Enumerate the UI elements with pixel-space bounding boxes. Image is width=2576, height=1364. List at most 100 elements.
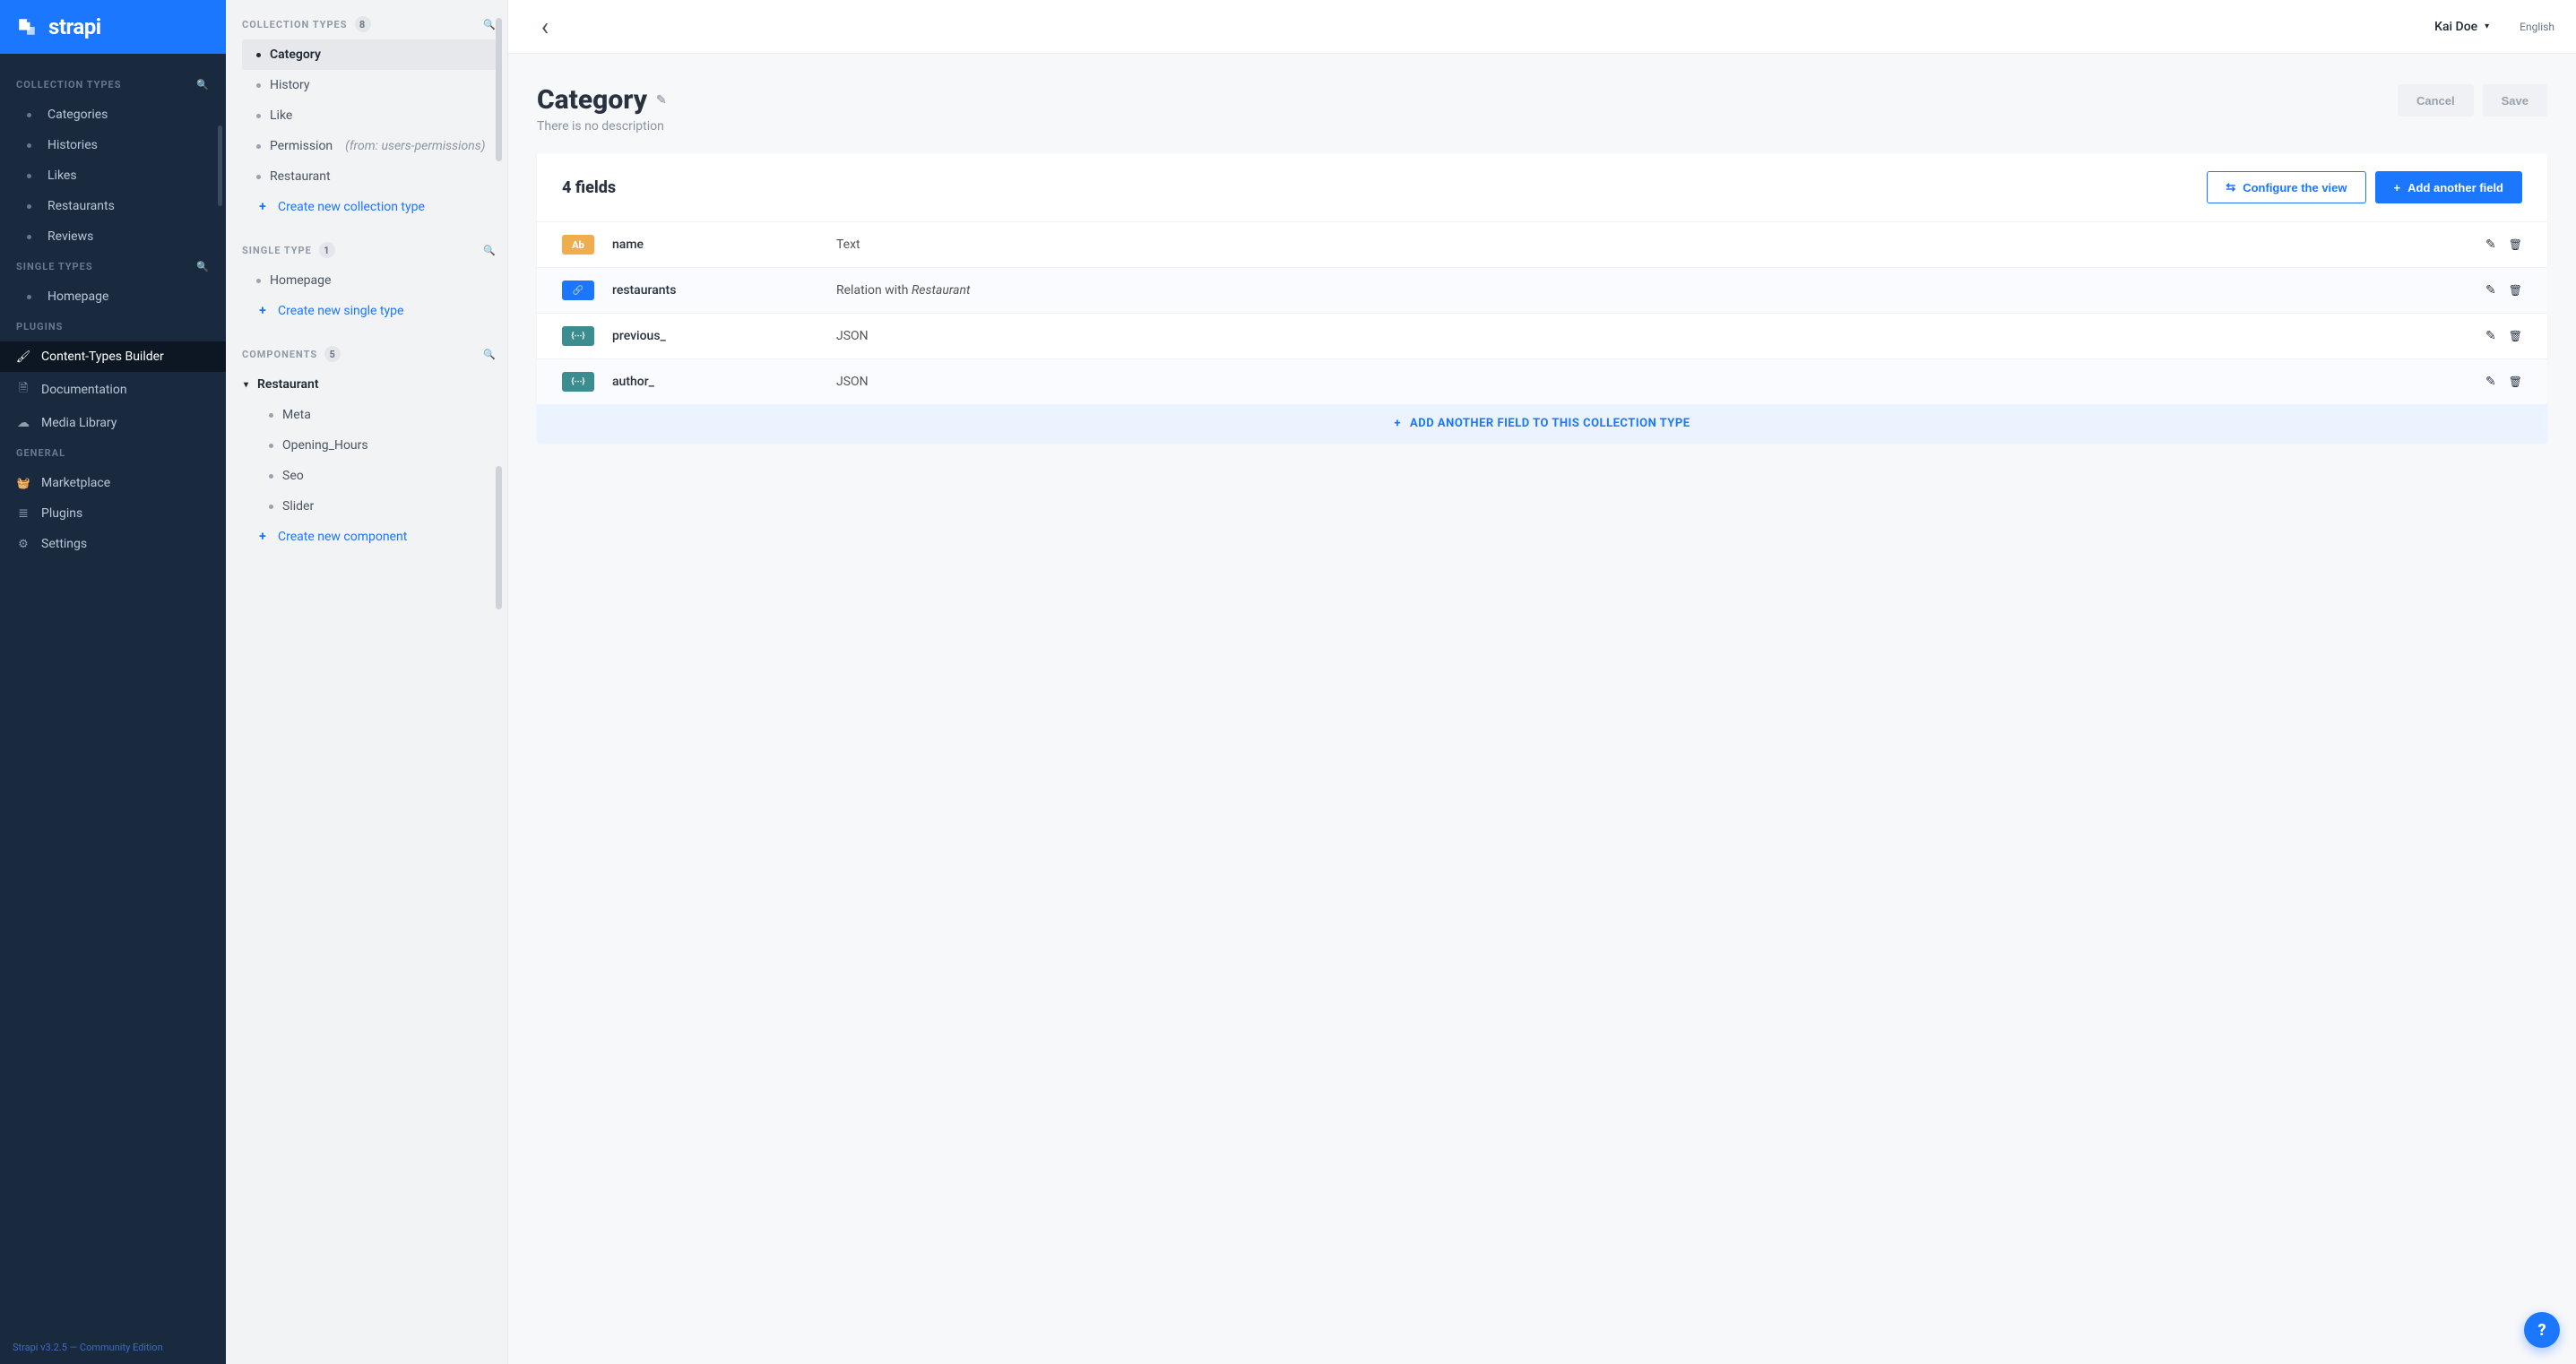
field-type: JSON [836,375,2485,389]
sidebar-item-media-library[interactable]: Media Library [0,408,226,438]
sidebar-item-settings[interactable]: Settings [0,529,226,559]
field-row: author_ JSON [537,358,2547,404]
pm-item-meta[interactable]: Meta [242,400,497,430]
midpanel-scrollbar[interactable] [496,18,502,161]
pm-item-history[interactable]: History [242,70,497,100]
pm-item-opening-hours[interactable]: Opening_Hours [242,430,497,461]
sl-section-single-types: SINGLE TYPES [0,252,226,281]
field-row: previous_ JSON [537,313,2547,358]
field-name: author_ [612,375,836,389]
create-collection-type-link[interactable]: Create new collection type [242,192,497,222]
field-row: restaurants Relation with Restaurant [537,267,2547,313]
pm-item-seo[interactable]: Seo [242,461,497,491]
pm-item-homepage[interactable]: Homepage [242,265,497,296]
field-type: Text [836,237,2485,252]
field-type-badge-json [562,326,594,346]
edit-field-icon[interactable] [2485,237,2496,252]
search-icon[interactable] [483,19,497,30]
document-icon [16,380,30,400]
cloud-icon [16,416,30,430]
fields-heading: 4 fields [562,178,616,197]
pm-item-restaurant[interactable]: Restaurant [242,161,497,192]
delete-field-icon[interactable] [2509,329,2522,343]
plus-icon [1394,417,1401,430]
help-button[interactable]: ? [2524,1312,2560,1348]
configure-icon [2226,180,2235,194]
panel-mid: COLLECTION TYPES 8 Category History Like… [226,0,508,1364]
sl-section-collection-types: COLLECTION TYPES [0,70,226,99]
create-component-link[interactable]: Create new component [242,522,497,552]
save-button[interactable]: Save [2483,84,2547,117]
language-selector[interactable]: English [2520,21,2554,33]
delete-field-icon[interactable] [2509,375,2522,389]
edit-field-icon[interactable] [2485,375,2496,389]
edit-field-icon[interactable] [2485,329,2496,343]
field-type: Relation with Restaurant [836,283,2485,298]
field-type-badge-json [562,372,594,392]
sidebar-item-reviews[interactable]: Reviews [0,221,226,252]
sidebar-footer-version: Strapi v3.2.5 — Community Edition [0,1331,226,1364]
edit-title-icon[interactable] [656,93,667,108]
brand-header[interactable]: strapi [0,0,226,54]
edit-field-icon[interactable] [2485,283,2496,298]
pm-section-single-type: SINGLE TYPE 1 [242,242,497,258]
plus-icon [256,200,269,214]
chevron-down-icon [244,380,248,390]
field-name: previous_ [612,329,836,343]
count-badge: 5 [324,346,341,362]
search-icon[interactable] [483,245,497,256]
sidebar-scrollbar[interactable] [218,125,222,206]
pm-group-restaurant[interactable]: Restaurant [242,369,497,400]
pm-item-category[interactable]: Category [242,39,497,70]
sidebar-item-content-types-builder[interactable]: Content-Types Builder [0,341,226,372]
sidebar-item-marketplace[interactable]: Marketplace [0,468,226,498]
pm-item-like[interactable]: Like [242,100,497,131]
field-type-badge-text: Ab [562,235,594,255]
pm-section-collection-types: COLLECTION TYPES 8 [242,16,497,32]
page-title: Category [537,84,667,116]
midpanel-scrollbar-2[interactable] [496,466,502,609]
sidebar-item-categories[interactable]: Categories [0,99,226,130]
chevron-down-icon [2485,22,2489,31]
add-field-button[interactable]: Add another field [2375,171,2522,203]
delete-field-icon[interactable] [2509,283,2522,298]
sl-section-general: GENERAL [0,438,226,468]
brush-icon [16,350,30,364]
count-badge: 1 [319,242,335,258]
sidebar-item-likes[interactable]: Likes [0,160,226,191]
sidebar-item-restaurants[interactable]: Restaurants [0,191,226,221]
create-single-type-link[interactable]: Create new single type [242,296,497,326]
sidebar-item-homepage[interactable]: Homepage [0,281,226,312]
count-badge: 8 [355,16,371,32]
brand-name: strapi [48,14,101,39]
add-field-footer[interactable]: ADD ANOTHER FIELD TO THIS COLLECTION TYP… [537,404,2547,443]
search-icon[interactable] [196,79,210,91]
basket-icon [16,477,30,489]
field-name: name [612,237,836,252]
plus-icon [2394,181,2401,194]
gear-icon [16,538,30,551]
delete-field-icon[interactable] [2509,237,2522,252]
user-menu[interactable]: Kai Doe [2434,20,2489,34]
field-type-badge-relation [562,281,594,300]
sidebar-item-documentation[interactable]: Documentation [0,372,226,408]
pm-item-slider[interactable]: Slider [242,491,497,522]
configure-view-button[interactable]: Configure the view [2207,171,2365,203]
back-button[interactable] [530,12,560,42]
pm-item-permission[interactable]: Permission (from: users-permissions) [242,131,497,161]
sidebar-item-plugins-list[interactable]: Plugins [0,498,226,529]
sl-section-plugins: PLUGINS [0,312,226,341]
strapi-logo-icon [14,14,39,39]
field-name: restaurants [612,283,836,298]
page-description: There is no description [537,119,667,134]
sidebar-left: strapi COLLECTION TYPES Categories Histo… [0,0,226,1364]
search-icon[interactable] [196,261,210,272]
cancel-button[interactable]: Cancel [2398,84,2474,117]
sidebar-item-histories[interactable]: Histories [0,130,226,160]
plus-icon [256,304,269,318]
search-icon[interactable] [483,349,497,360]
topbar: Kai Doe English [508,0,2576,54]
pm-section-components: COMPONENTS 5 [242,346,497,362]
field-row: Ab name Text [537,221,2547,267]
main-area: Kai Doe English Category There is no des… [508,0,2576,1364]
